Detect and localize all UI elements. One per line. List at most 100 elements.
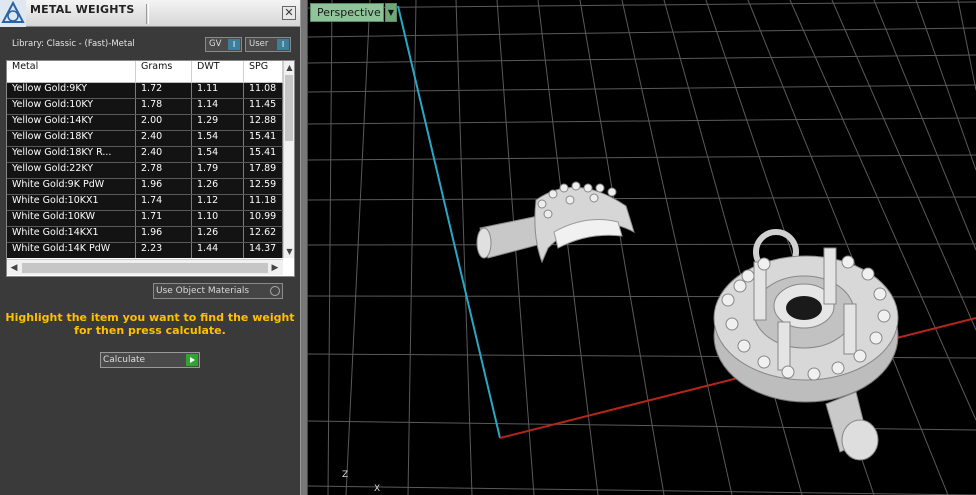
table-row[interactable]: White Gold:14KX1 1.96 1.26 12.62 — [7, 227, 283, 243]
gv-switch-icon: I — [228, 39, 240, 50]
cell-metal: Yellow Gold:18KY R... — [7, 147, 136, 162]
y-axis-line — [397, 5, 501, 439]
cell-spg: 10.99 — [244, 211, 283, 226]
close-icon: ✕ — [284, 6, 294, 19]
table-header: Metal Grams DWT SPG — [7, 61, 283, 83]
gv-label: GV — [209, 39, 222, 49]
library-label: Library: Classic - (Fast)-Metal — [12, 39, 135, 49]
table-row[interactable]: White Gold:10KX1 1.74 1.12 11.18 — [7, 195, 283, 211]
cell-dwt: 1.44 — [192, 243, 244, 258]
cell-dwt: 1.54 — [192, 147, 244, 162]
user-toggle[interactable]: User I — [245, 37, 291, 52]
instructions-text: Highlight the item you want to find the … — [0, 311, 300, 337]
view-mode-dropdown[interactable]: ▼ — [385, 3, 397, 22]
cell-grams: 2.78 — [136, 163, 192, 178]
cell-dwt: 1.29 — [192, 115, 244, 130]
panel-title: METAL WEIGHTS — [30, 3, 135, 16]
viewport-canvas — [308, 0, 976, 495]
cell-grams: 1.74 — [136, 195, 192, 210]
cell-metal: White Gold:14KX1 — [7, 227, 136, 242]
cell-dwt: 1.26 — [192, 179, 244, 194]
axis-x-label: X — [374, 484, 381, 494]
user-switch-icon: I — [277, 39, 289, 50]
user-label: User — [249, 39, 269, 49]
cell-metal: White Gold:10KW — [7, 211, 136, 226]
cell-grams: 2.40 — [136, 131, 192, 146]
cell-spg: 15.41 — [244, 147, 283, 162]
calculate-button[interactable]: Calculate — [100, 352, 200, 368]
cell-metal: Yellow Gold:10KY — [7, 99, 136, 114]
horizontal-scroll-thumb[interactable] — [22, 263, 268, 273]
cell-grams: 2.00 — [136, 115, 192, 130]
cell-spg: 12.62 — [244, 227, 283, 242]
cell-dwt: 1.10 — [192, 211, 244, 226]
vertical-scroll-thumb[interactable] — [285, 75, 293, 141]
instructions-line-2: for then press calculate. — [74, 324, 226, 337]
cell-spg: 12.59 — [244, 179, 283, 194]
table-row[interactable]: Yellow Gold:22KY 2.78 1.79 17.89 — [7, 163, 283, 179]
panel-splitter[interactable] — [300, 0, 308, 495]
table-row[interactable]: Yellow Gold:18KY 2.40 1.54 15.41 — [7, 131, 283, 147]
cell-spg: 14.37 — [244, 243, 283, 258]
header-spg[interactable]: SPG — [244, 61, 283, 83]
chevron-down-icon: ▼ — [387, 8, 395, 17]
vertical-scrollbar[interactable]: ▲ ▼ — [283, 61, 294, 258]
header-metal[interactable]: Metal — [7, 61, 136, 83]
cell-metal: Yellow Gold:18KY — [7, 131, 136, 146]
cell-grams: 1.72 — [136, 83, 192, 98]
play-icon — [186, 354, 198, 366]
metal-weights-panel: METAL WEIGHTS ✕ Library: Classic - (Fast… — [0, 0, 300, 495]
header-dwt[interactable]: DWT — [192, 61, 244, 83]
cell-spg: 12.88 — [244, 115, 283, 130]
cell-dwt: 1.14 — [192, 99, 244, 114]
cell-spg: 11.08 — [244, 83, 283, 98]
cell-dwt: 1.26 — [192, 227, 244, 242]
pendant-model[interactable] — [713, 229, 899, 461]
cell-grams: 2.23 — [136, 243, 192, 258]
table-row[interactable]: Yellow Gold:14KY 2.00 1.29 12.88 — [7, 115, 283, 131]
panel-grip[interactable] — [146, 4, 149, 24]
scroll-left-icon[interactable]: ◀ — [8, 262, 20, 274]
close-button[interactable]: ✕ — [282, 6, 296, 20]
cell-grams: 1.71 — [136, 211, 192, 226]
cell-dwt: 1.79 — [192, 163, 244, 178]
table-row[interactable]: White Gold:10KW 1.71 1.10 10.99 — [7, 211, 283, 227]
app-logo-icon — [0, 0, 26, 27]
perspective-viewport[interactable]: Perspective ▼ Z X — [308, 0, 976, 495]
metals-table: Metal Grams DWT SPG Yellow Gold:9KY 1.72 1… — [6, 60, 295, 277]
scroll-right-icon[interactable]: ▶ — [269, 262, 281, 274]
cell-dwt: 1.11 — [192, 83, 244, 98]
horizontal-scrollbar[interactable]: ◀ ▶ — [7, 259, 283, 275]
instructions-line-1: Highlight the item you want to find the … — [5, 311, 295, 324]
table-row[interactable]: Yellow Gold:10KY 1.78 1.14 11.45 — [7, 99, 283, 115]
cell-spg: 11.18 — [244, 195, 283, 210]
panel-titlebar[interactable]: METAL WEIGHTS ✕ — [0, 0, 300, 27]
cell-grams: 1.96 — [136, 179, 192, 194]
scroll-down-icon[interactable]: ▼ — [284, 246, 294, 257]
cell-metal: Yellow Gold:9KY — [7, 83, 136, 98]
cell-dwt: 1.12 — [192, 195, 244, 210]
scroll-up-icon[interactable]: ▲ — [284, 62, 294, 73]
gv-toggle[interactable]: GV I — [205, 37, 242, 52]
cell-grams: 2.40 — [136, 147, 192, 162]
table-row[interactable]: White Gold:14K PdW 2.23 1.44 14.37 — [7, 243, 283, 258]
cell-grams: 1.96 — [136, 227, 192, 242]
calculate-label: Calculate — [103, 355, 146, 365]
cell-metal: White Gold:14K PdW — [7, 243, 136, 258]
cell-dwt: 1.54 — [192, 131, 244, 146]
clasp-model[interactable] — [476, 181, 635, 264]
cell-spg: 11.45 — [244, 99, 283, 114]
cell-metal: Yellow Gold:22KY — [7, 163, 136, 178]
cell-metal: White Gold:9K PdW — [7, 179, 136, 194]
view-mode-tab[interactable]: Perspective — [310, 3, 384, 22]
ground-grid — [308, 0, 976, 495]
header-grams[interactable]: Grams — [136, 61, 192, 83]
table-row[interactable]: White Gold:9K PdW 1.96 1.26 12.59 — [7, 179, 283, 195]
table-row[interactable]: Yellow Gold:9KY 1.72 1.11 11.08 — [7, 83, 283, 99]
table-row[interactable]: Yellow Gold:18KY R... 2.40 1.54 15.41 — [7, 147, 283, 163]
cell-spg: 17.89 — [244, 163, 283, 178]
use-object-materials-label: Use Object Materials — [156, 286, 250, 296]
use-object-materials-checkbox[interactable]: Use Object Materials — [153, 283, 283, 299]
checkbox-indicator-icon — [270, 286, 280, 296]
cell-metal: Yellow Gold:14KY — [7, 115, 136, 130]
